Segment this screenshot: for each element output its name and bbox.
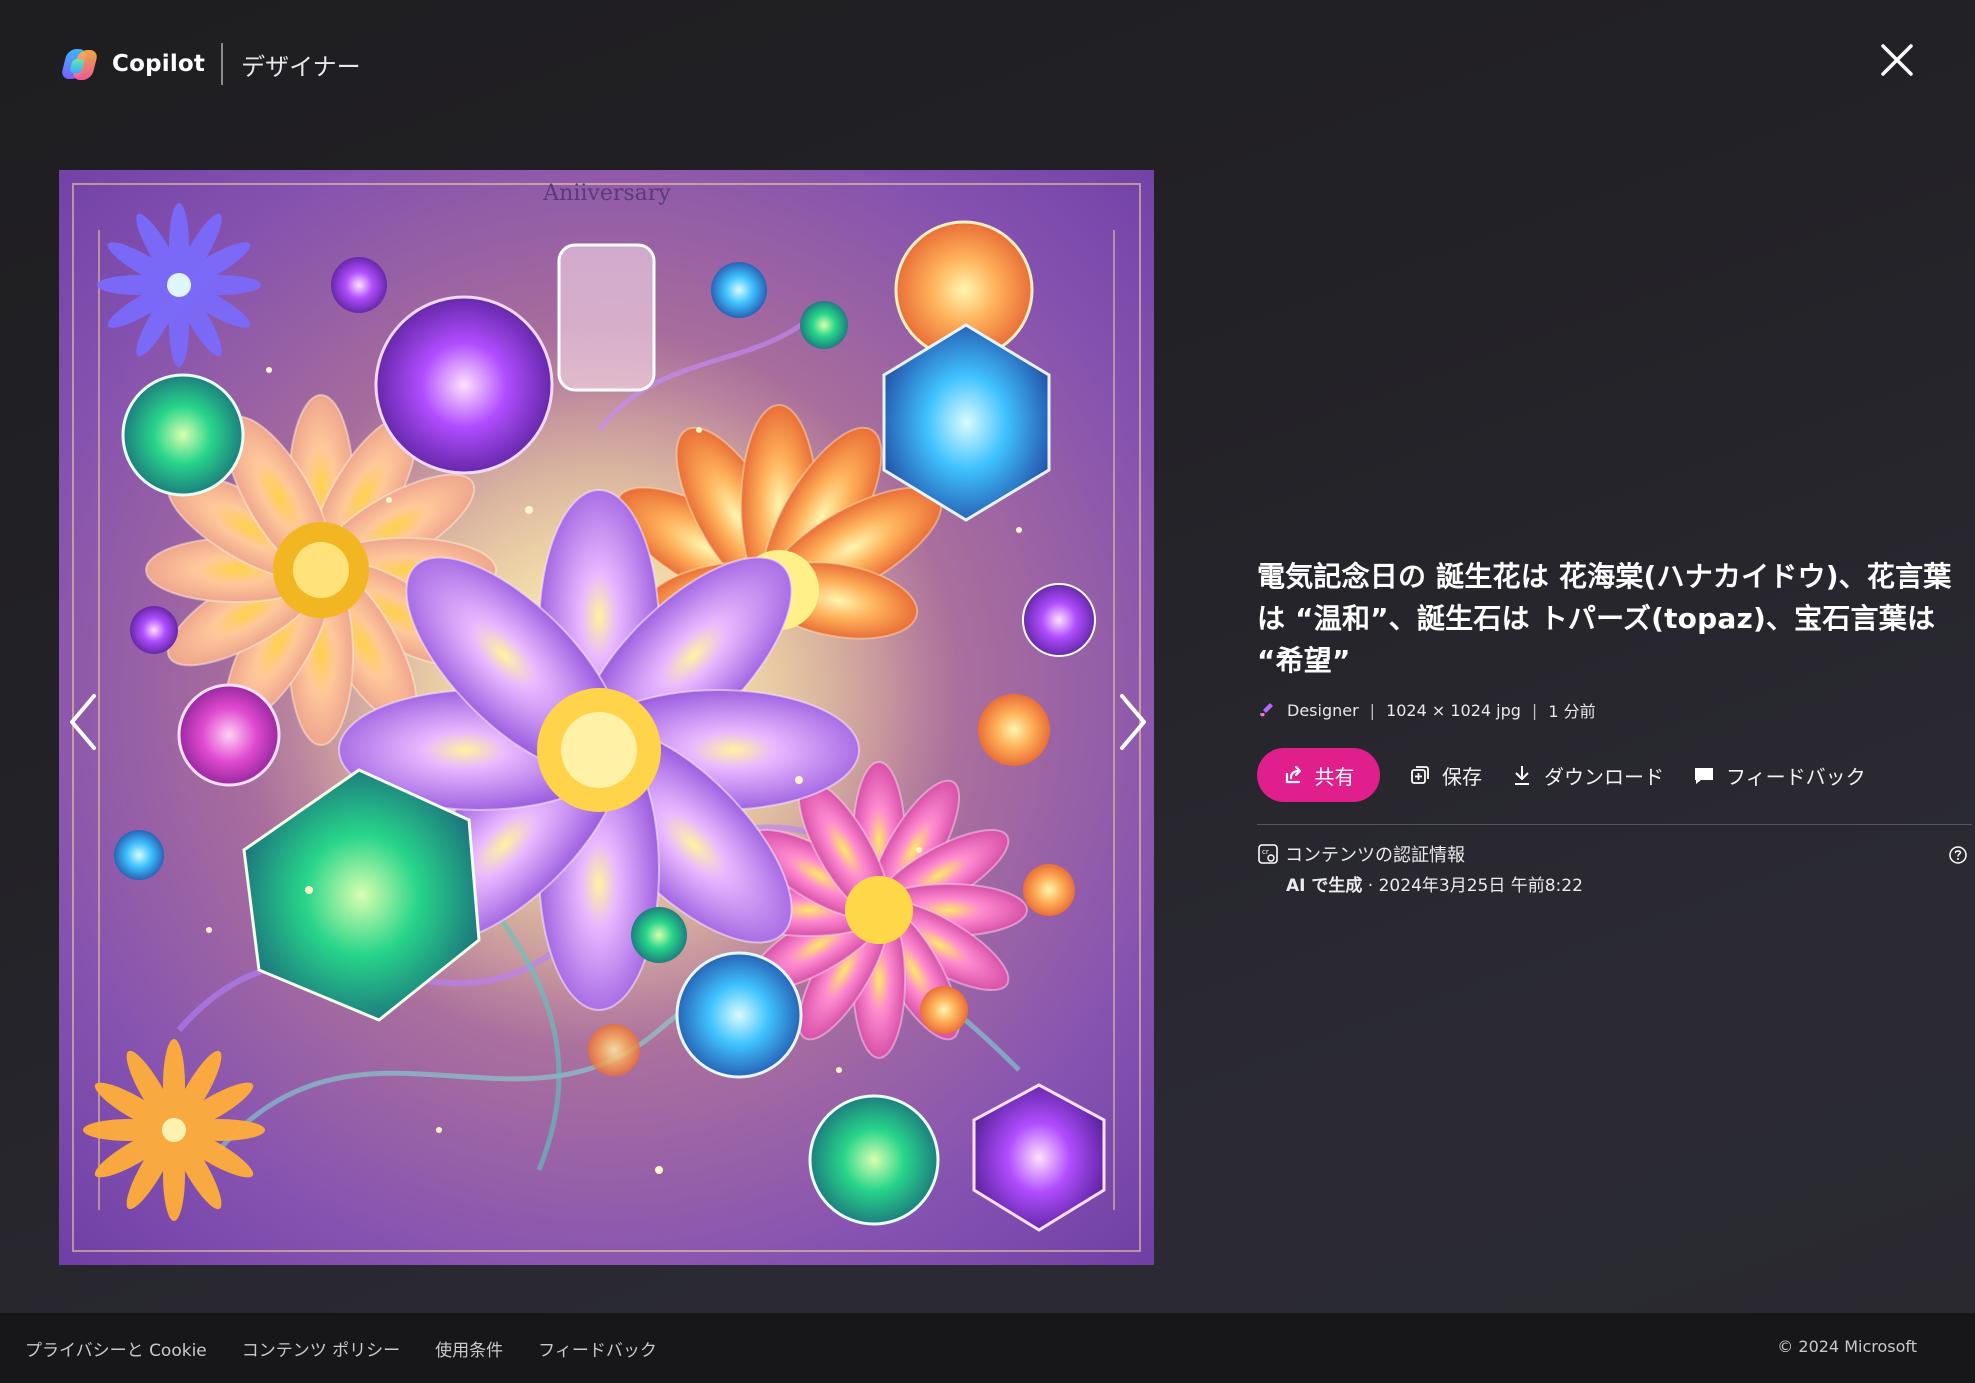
svg-text:cr: cr xyxy=(1262,848,1269,856)
panel-divider xyxy=(1257,824,1972,825)
chevron-left-icon xyxy=(70,694,96,750)
download-button[interactable]: ダウンロード xyxy=(1510,761,1664,790)
save-button[interactable]: 保存 xyxy=(1408,761,1482,790)
generated-artwork: Aniiversary xyxy=(72,181,1141,1252)
meta-time: 1 分前 xyxy=(1548,702,1596,721)
share-label: 共有 xyxy=(1314,764,1355,789)
feedback-button[interactable]: フィードバック xyxy=(1692,761,1866,790)
download-icon xyxy=(1515,766,1529,785)
chevron-right-icon xyxy=(1120,694,1146,750)
previous-image-button[interactable] xyxy=(64,690,104,754)
meta-separator: | xyxy=(1369,700,1376,720)
meta-separator: | xyxy=(1531,700,1538,720)
artwork-caption: Aniiversary xyxy=(542,181,671,206)
copilot-logo-icon xyxy=(60,45,99,83)
image-prompt-title: 電気記念日の 誕生花は 花海棠(ハナカイドウ)、花言葉は “温和”、誕生石は ト… xyxy=(1257,560,1952,677)
credentials-heading: コンテンツの認証情報 xyxy=(1285,845,1465,866)
credentials-detail: AI で生成 · 2024年3月25日 午前8:22 xyxy=(1286,871,1972,896)
download-label: ダウンロード xyxy=(1544,764,1664,789)
action-bar: 共有 保存 ダウンロード フィードバック xyxy=(1257,748,1972,802)
image-meta: Designer | 1024 × 1024 jpg | 1 分前 xyxy=(1257,698,1972,722)
content-credentials-icon: cr xyxy=(1258,844,1278,864)
product-name: デザイナー xyxy=(241,52,361,81)
save-collection-icon xyxy=(1411,766,1429,784)
help-icon[interactable] xyxy=(1948,845,1968,865)
share-button[interactable]: 共有 xyxy=(1257,748,1380,802)
brand-name: Copilot xyxy=(112,51,206,77)
designer-icon xyxy=(1260,703,1273,717)
footer-link-terms[interactable]: 使用条件 xyxy=(435,1336,503,1361)
footer-link-content-policy[interactable]: コンテンツ ポリシー xyxy=(242,1336,400,1361)
close-button[interactable] xyxy=(1877,40,1917,80)
footer: プライバシーと Cookie コンテンツ ポリシー 使用条件 フィードバック ©… xyxy=(0,1313,1975,1383)
save-label: 保存 xyxy=(1442,764,1482,789)
generated-image[interactable]: Aniiversary xyxy=(59,170,1154,1265)
meta-dimensions: 1024 × 1024 jpg xyxy=(1386,700,1521,720)
close-icon xyxy=(1881,44,1913,76)
ai-generated-label: AI で生成 xyxy=(1286,876,1363,896)
credentials-date: · 2024年3月25日 午前8:22 xyxy=(1362,876,1583,896)
header-divider xyxy=(221,43,224,85)
copyright: © 2024 Microsoft xyxy=(1777,1337,1917,1356)
footer-link-feedback[interactable]: フィードバック xyxy=(538,1336,657,1361)
image-details-panel: 電気記念日の 誕生花は 花海棠(ハナカイドウ)、花言葉は “温和”、誕生石は ト… xyxy=(1257,556,1972,896)
meta-source: Designer xyxy=(1287,700,1359,720)
feedback-label: フィードバック xyxy=(1726,764,1866,789)
share-icon xyxy=(1285,765,1301,784)
footer-link-privacy[interactable]: プライバシーと Cookie xyxy=(25,1336,207,1361)
app-header: Copilot デザイナー xyxy=(60,40,361,88)
content-credentials: cr コンテンツの認証情報 AI で生成 · 2024年3月25日 午前8:22 xyxy=(1257,841,1972,896)
feedback-icon xyxy=(1695,768,1713,784)
next-image-button[interactable] xyxy=(1112,690,1152,754)
